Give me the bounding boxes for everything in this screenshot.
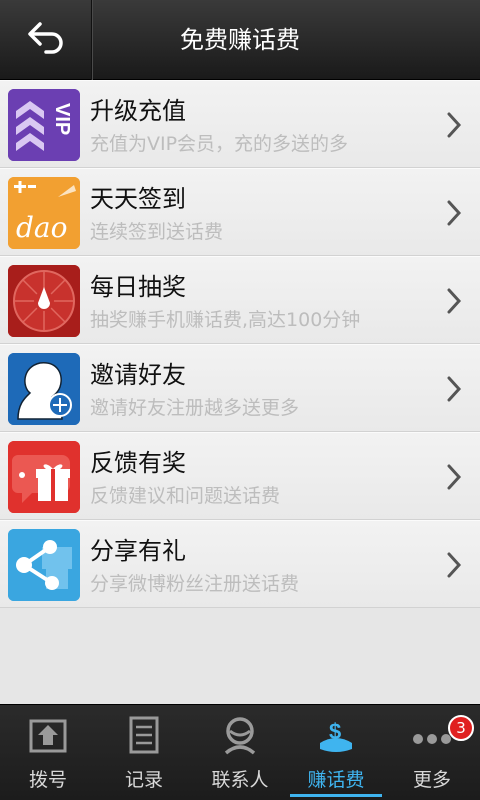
item-description: 分享微博粉丝注册送话费: [90, 573, 300, 595]
tab-label: 记录: [124, 769, 163, 791]
list-item-invite-friends[interactable]: 邀请好友 邀请好友注册越多送更多: [0, 344, 480, 432]
share-icon: [8, 529, 80, 601]
item-description: 抽奖赚手机赚话费,高达100分钟: [90, 309, 361, 331]
item-title: 每日抽奖: [90, 273, 186, 301]
back-arrow-icon: [28, 22, 63, 54]
list-item-feedback-reward[interactable]: 反馈有奖 反馈建议和问题送话费: [0, 432, 480, 520]
title-bar: 免费赚话费: [0, 0, 480, 80]
svg-text:$: $: [329, 719, 341, 744]
notification-badge: 3: [448, 715, 474, 741]
chevron-right-icon: [447, 288, 462, 314]
chevron-right-icon: [447, 464, 462, 490]
tab-earn-credit[interactable]: $ 赚话费: [288, 705, 384, 800]
more-icon: [413, 734, 451, 744]
chevron-right-icon: [447, 112, 462, 138]
tab-more[interactable]: 3 更多: [384, 705, 480, 800]
chevron-right-icon: [447, 376, 462, 402]
tab-dial[interactable]: 拨号: [0, 705, 96, 800]
item-title: 邀请好友: [90, 361, 186, 389]
invite-friend-icon: [8, 353, 80, 425]
item-description: 邀请好友注册越多送更多: [90, 397, 300, 419]
vip-icon: VIP: [8, 89, 80, 161]
contacts-icon: [224, 717, 256, 755]
chevron-right-icon: [447, 200, 462, 226]
dial-icon: [29, 719, 67, 753]
tab-label: 拨号: [28, 769, 67, 791]
list-item-daily-lottery[interactable]: 每日抽奖 抽奖赚手机赚话费,高达100分钟: [0, 256, 480, 344]
item-description: 反馈建议和问题送话费: [90, 485, 281, 507]
list-item-daily-checkin[interactable]: dao 天天签到 连续签到送话费: [0, 168, 480, 256]
tab-records[interactable]: 记录: [96, 705, 192, 800]
tab-label: 联系人: [211, 769, 269, 791]
tab-label: 更多: [412, 769, 451, 791]
back-button[interactable]: [0, 0, 92, 80]
item-description: 充值为VIP会员，充的多送的多: [90, 133, 349, 155]
item-title: 升级充值: [90, 97, 186, 125]
earn-options-list: VIP 升级充值 充值为VIP会员，充的多送的多 dao 天天签到 连续签到送话…: [0, 80, 480, 608]
item-title: 反馈有奖: [90, 449, 186, 477]
chevron-right-icon: [447, 552, 462, 578]
tab-contacts[interactable]: 联系人: [192, 705, 288, 800]
gift-feedback-icon: [8, 441, 80, 513]
tab-label: 赚话费: [307, 769, 365, 791]
dao-icon: dao: [8, 177, 80, 249]
bottom-tab-bar: 拨号 记录 联系人 $ 赚话费 3 更多: [0, 704, 480, 800]
item-title: 分享有礼: [90, 537, 186, 565]
item-description: 连续签到送话费: [90, 221, 224, 243]
svg-text:VIP: VIP: [51, 103, 73, 135]
list-item-upgrade-recharge[interactable]: VIP 升级充值 充值为VIP会员，充的多送的多: [0, 80, 480, 168]
lottery-wheel-icon: [8, 265, 80, 337]
item-title: 天天签到: [90, 185, 186, 213]
dao-text: dao: [16, 211, 67, 244]
earn-credit-icon: $: [320, 719, 352, 752]
list-item-share-gift[interactable]: 分享有礼 分享微博粉丝注册送话费: [0, 520, 480, 608]
page-title: 免费赚话费: [180, 26, 300, 54]
records-icon: [129, 716, 159, 754]
